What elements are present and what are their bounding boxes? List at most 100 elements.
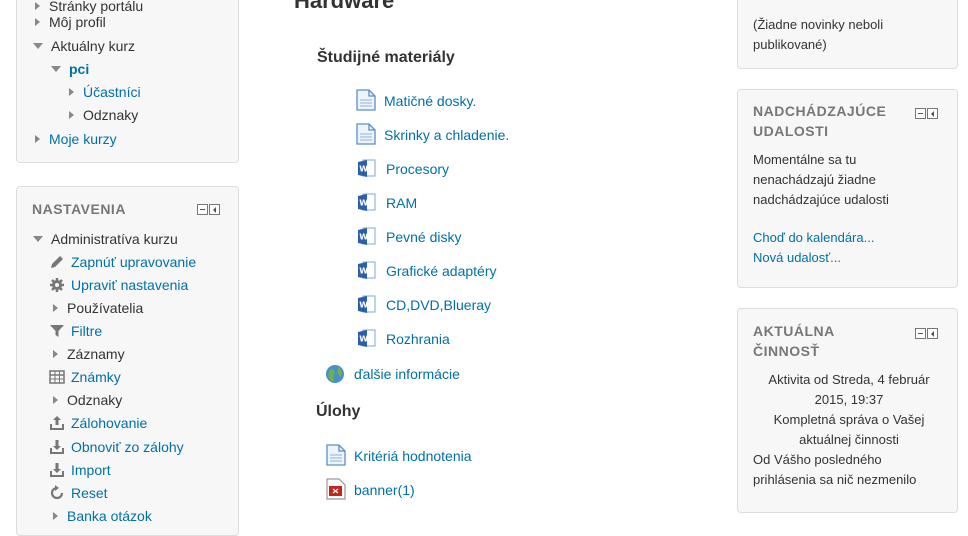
nav-item-label: pci: [69, 61, 90, 77]
import-icon: [49, 462, 65, 478]
svg-text:W: W: [359, 198, 368, 207]
settings-block-title: NASTAVENIA: [32, 201, 126, 217]
resource-link[interactable]: Pevné disky: [386, 229, 461, 245]
url-link[interactable]: ďalšie informácie: [354, 366, 460, 382]
settings-item-label: Upraviť nastavenia: [71, 277, 189, 293]
nav-item-current-course[interactable]: Aktuálny kurz: [33, 36, 135, 56]
resource-link[interactable]: Matičné dosky.: [384, 93, 476, 109]
settings-question-bank[interactable]: Banka otázok: [53, 506, 152, 526]
settings-logs[interactable]: Záznamy: [53, 344, 125, 364]
resource-link[interactable]: CD,DVD,Blueray: [386, 297, 491, 313]
dock-icon[interactable]: [927, 108, 938, 119]
settings-block: NASTAVENIA Administratíva kurzu Zapnúť u…: [16, 186, 239, 536]
block-controls: [915, 328, 938, 339]
resource-item[interactable]: W RAM: [356, 190, 417, 216]
block-title-line: AKTUÁLNA: [753, 323, 835, 339]
activity-since-text: Aktivita od Streda, 4 február 2015, 19:3…: [768, 372, 930, 407]
settings-restore[interactable]: Obnoviť zo zálohy: [49, 437, 184, 457]
settings-item-label: Odznaky: [67, 392, 123, 408]
resource-item[interactable]: Matičné dosky.: [356, 88, 476, 114]
nav-item-my-courses[interactable]: Moje kurzy: [35, 129, 117, 149]
triangle-right-icon: [35, 2, 40, 10]
resource-link[interactable]: Procesory: [386, 161, 449, 177]
resource-item[interactable]: W Rozhrania: [356, 326, 450, 352]
recent-activity-title: AKTUÁLNA ČINNOSŤ: [753, 321, 923, 361]
nav-item-label: Účastníci: [83, 84, 141, 100]
settings-item-label: Zapnúť upravovanie: [71, 254, 197, 270]
triangle-down-icon: [33, 43, 43, 49]
triangle-right-icon: [35, 18, 40, 26]
new-event-link[interactable]: Nová udalosť...: [753, 248, 874, 268]
settings-edit-settings[interactable]: Upraviť nastavenia: [49, 275, 188, 295]
block-controls: [915, 108, 938, 119]
resource-item[interactable]: Skrinky a chladenie.: [356, 122, 509, 148]
nav-item-badges[interactable]: Odznaky: [69, 105, 138, 125]
triangle-down-icon: [33, 236, 43, 242]
triangle-right-icon: [69, 111, 74, 119]
task-link[interactable]: banner(1): [354, 482, 415, 498]
triangle-right-icon: [53, 304, 58, 312]
settings-item-label: Používatelia: [67, 300, 144, 316]
word-doc-icon: W: [356, 259, 378, 284]
minimize-icon[interactable]: [915, 108, 926, 119]
block-controls: [197, 204, 220, 215]
minimize-icon[interactable]: [197, 204, 208, 215]
pencil-icon: [49, 254, 65, 270]
nav-item-label: Moje kurzy: [49, 131, 117, 147]
section-study-materials-title: Študijné materiály: [317, 49, 455, 66]
globe-url-icon: [324, 362, 346, 387]
dock-icon[interactable]: [927, 328, 938, 339]
task-item[interactable]: Kritériá hodnotenia: [326, 443, 472, 469]
news-empty-text: (Žiadne novinky neboli publikované): [753, 17, 884, 52]
settings-item-label: Reset: [71, 485, 108, 501]
nav-item-course-pci[interactable]: pci: [51, 59, 89, 79]
event-links: Choď do kalendára... Nová udalosť...: [753, 228, 874, 268]
task-link[interactable]: Kritériá hodnotenia: [354, 448, 472, 464]
resource-link[interactable]: Rozhrania: [386, 331, 450, 347]
settings-item-label: Zálohovanie: [71, 415, 148, 431]
go-to-calendar-link[interactable]: Choď do kalendára...: [753, 228, 874, 248]
settings-item-label: Filtre: [71, 323, 103, 339]
resource-item[interactable]: W Pevné disky: [356, 224, 461, 250]
url-resource-item[interactable]: ďalšie informácie: [324, 361, 460, 387]
svg-text:W: W: [359, 266, 368, 275]
settings-item-label: Známky: [71, 369, 121, 385]
recent-activity-block: AKTUÁLNA ČINNOSŤ Aktivita od Streda, 4 f…: [737, 308, 958, 513]
minimize-icon[interactable]: [915, 328, 926, 339]
nav-item-participants[interactable]: Účastníci: [69, 82, 141, 102]
resource-item[interactable]: W CD,DVD,Blueray: [356, 292, 491, 318]
block-title-line: ČINNOSŤ: [753, 343, 820, 359]
page-icon: [356, 88, 376, 114]
settings-import[interactable]: Import: [49, 460, 111, 480]
resource-link[interactable]: RAM: [386, 195, 417, 211]
no-events-text: Momentálne sa tu nenachádzajú žiadne nad…: [753, 152, 889, 207]
dock-icon[interactable]: [209, 204, 220, 215]
resource-link[interactable]: Grafické adaptéry: [386, 263, 497, 279]
settings-course-admin[interactable]: Administratíva kurzu: [33, 229, 178, 249]
settings-backup[interactable]: Zálohovanie: [49, 413, 147, 433]
settings-turn-editing-on[interactable]: Zapnúť upravovanie: [49, 252, 196, 272]
grades-table-icon: [49, 369, 65, 385]
settings-grades[interactable]: Známky: [49, 367, 121, 387]
settings-users[interactable]: Používatelia: [53, 298, 143, 318]
resource-link[interactable]: Skrinky a chladenie.: [384, 127, 509, 143]
upload-icon: [49, 415, 65, 431]
triangle-down-icon: [51, 66, 61, 72]
latest-news-block: (Žiadne novinky neboli publikované): [737, 0, 958, 69]
settings-item-label: Administratíva kurzu: [51, 231, 178, 247]
resource-item[interactable]: W Procesory: [356, 156, 449, 182]
resource-item[interactable]: W Grafické adaptéry: [356, 258, 497, 284]
nav-item-my-profile[interactable]: Môj profil: [35, 12, 106, 32]
settings-filters[interactable]: Filtre: [49, 321, 102, 341]
triangle-right-icon: [35, 135, 40, 143]
settings-reset[interactable]: Reset: [49, 483, 108, 503]
settings-item-label: Import: [71, 462, 111, 478]
nav-item-label: Aktuálny kurz: [51, 38, 136, 54]
svg-text:W: W: [359, 300, 368, 309]
full-report-link[interactable]: Kompletná správa o Vašej aktuálnej činno…: [753, 410, 945, 450]
settings-badges[interactable]: Odznaky: [53, 390, 122, 410]
task-item[interactable]: banner(1): [326, 477, 415, 503]
nothing-changed-text: Od Vášho posledného prihlásenia sa nič n…: [753, 452, 917, 487]
word-doc-icon: W: [356, 293, 378, 318]
gear-icon: [49, 277, 65, 293]
